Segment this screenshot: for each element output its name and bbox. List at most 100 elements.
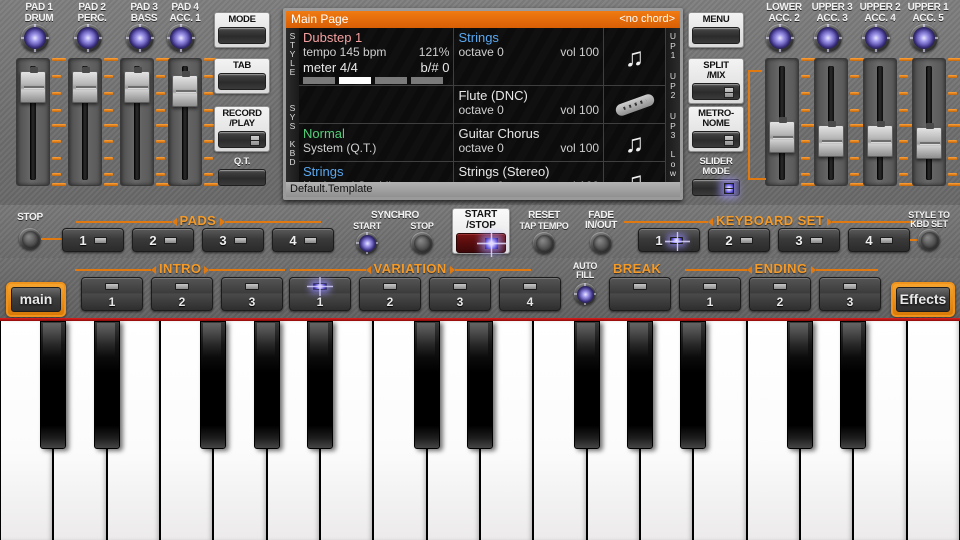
keyboard-set-button-2[interactable]: 2: [708, 228, 770, 252]
left-control-1[interactable]: TAB: [214, 58, 270, 94]
effects-button[interactable]: Effects: [891, 282, 955, 317]
piano-keyboard[interactable]: [0, 318, 960, 540]
left-control-0[interactable]: MODE: [214, 12, 270, 48]
right-slider-track-3[interactable]: [912, 58, 946, 186]
assign-button-knob-0[interactable]: [766, 24, 794, 52]
reset-tap-tempo-button[interactable]: [533, 232, 555, 254]
black-key[interactable]: [627, 321, 653, 449]
black-key[interactable]: [787, 321, 813, 449]
break-button[interactable]: [609, 277, 671, 311]
pads-button-2[interactable]: 2: [132, 228, 194, 252]
black-key[interactable]: [467, 321, 493, 449]
intro-button-2[interactable]: 2: [151, 277, 213, 311]
lcd-sound-cell-1[interactable]: Flute (DNC)octave 0vol 100: [454, 86, 604, 124]
black-key[interactable]: [840, 321, 866, 449]
lcd-sound-cell-0[interactable]: Stringsoctave 0vol 100: [454, 28, 604, 86]
black-key[interactable]: [414, 321, 440, 449]
left-slider-track-2[interactable]: [120, 58, 154, 186]
black-key[interactable]: [254, 321, 280, 449]
keyboard-set-group-label-rule: [708, 218, 713, 226]
stop-button[interactable]: [19, 228, 41, 250]
white-key[interactable]: [907, 321, 960, 540]
variation-button-4[interactable]: 4: [499, 277, 561, 311]
left-slider-track-1[interactable]: [68, 58, 102, 186]
left-slider-handle-3[interactable]: [172, 75, 198, 107]
intro-button-3[interactable]: 3: [221, 277, 283, 311]
start-stop-pad[interactable]: [456, 233, 506, 253]
lcd-sound-cell-2[interactable]: Guitar Chorusoctave 0vol 100: [454, 124, 604, 162]
ending-button-1[interactable]: 1: [679, 277, 741, 311]
right-control-pad-1[interactable]: [692, 83, 740, 100]
lcd-left-cell-1[interactable]: [299, 86, 454, 124]
right-control-label-2: METRO-NOME: [689, 109, 743, 129]
assign-button-knob-2[interactable]: [862, 24, 890, 52]
keyboard-set-button-4[interactable]: 4: [848, 228, 910, 252]
black-key[interactable]: [200, 321, 226, 449]
pad-button-knob-0[interactable]: [21, 24, 49, 52]
style-to-kbd-set-button[interactable]: [918, 229, 940, 251]
main-button[interactable]: main: [6, 282, 66, 317]
left-slider-handle-2[interactable]: [124, 71, 150, 103]
right-control-3[interactable]: SLIDERMODE: [688, 155, 744, 199]
right-control-label-3: SLIDERMODE: [688, 157, 744, 177]
right-slider-handle-1[interactable]: [818, 125, 844, 157]
left-control-pad-3[interactable]: [218, 169, 266, 186]
auto-fill-button[interactable]: [574, 283, 596, 305]
ending-button-3[interactable]: 3: [819, 277, 881, 311]
variation-button-2[interactable]: 2: [359, 277, 421, 311]
black-key[interactable]: [307, 321, 333, 449]
lcd-left-cell-2[interactable]: NormalSystem (Q.T.): [299, 124, 454, 162]
right-slider-handle-2[interactable]: [867, 125, 893, 157]
right-control-pad-2[interactable]: [692, 131, 740, 148]
intro-button-1[interactable]: 1: [81, 277, 143, 311]
left-control-pad-0[interactable]: [218, 27, 266, 44]
pads-button-1[interactable]: 1: [62, 228, 124, 252]
right-slider-track-1[interactable]: [814, 58, 848, 186]
pads-button-3[interactable]: 3: [202, 228, 264, 252]
right-control-pad-3[interactable]: [692, 179, 740, 196]
ending-button-2[interactable]: 2: [749, 277, 811, 311]
right-slider-handle-3[interactable]: [916, 127, 942, 159]
black-key[interactable]: [574, 321, 600, 449]
lcd-left-sub-2: System (Q.T.): [303, 141, 376, 156]
right-control-2[interactable]: METRO-NOME: [688, 106, 744, 152]
right-control-0[interactable]: MENU: [688, 12, 744, 48]
black-key[interactable]: [40, 321, 66, 449]
left-control-pad-1[interactable]: [218, 73, 266, 90]
right-slider-track-2[interactable]: [863, 58, 897, 186]
right-control-pad-0[interactable]: [692, 27, 740, 44]
black-key[interactable]: [680, 321, 706, 449]
pad-button-line2-0: DRUM: [9, 14, 69, 25]
pads-button-4[interactable]: 4: [272, 228, 334, 252]
start-stop-button[interactable]: START /STOP: [452, 208, 510, 254]
right-control-1[interactable]: SPLIT/MIX: [688, 58, 744, 104]
pad-button-knob-1[interactable]: [74, 24, 102, 52]
pad-button-knob-3[interactable]: [167, 24, 195, 52]
left-slider-track-0[interactable]: [16, 58, 50, 186]
left-control-3[interactable]: Q.T.: [214, 155, 270, 189]
right-slider-handle-0[interactable]: [769, 121, 795, 153]
variation-button-1[interactable]: 1: [289, 277, 351, 311]
lcd-left-cell-0[interactable]: Dubstep 1tempo 145 bpm121%meter 4/4b/# 0: [299, 28, 454, 86]
right-slider-track-0[interactable]: [765, 58, 799, 186]
keyboard-set-button-1[interactable]: 1: [638, 228, 700, 252]
synchro-start-button[interactable]: [356, 232, 378, 254]
lcd-left-title-0: Dubstep 1: [303, 30, 449, 45]
assign-button-knob-3[interactable]: [910, 24, 938, 52]
keyboard-set-button-3[interactable]: 3: [778, 228, 840, 252]
left-slider-handle-1[interactable]: [72, 71, 98, 103]
variation-button-3[interactable]: 3: [429, 277, 491, 311]
fade-in-out-button[interactable]: [590, 232, 612, 254]
note-icon: ♫: [625, 130, 645, 156]
left-slider-handle-0[interactable]: [20, 71, 46, 103]
assign-button-knob-1[interactable]: [814, 24, 842, 52]
pads-button-led-1: [94, 237, 107, 244]
synchro-stop-button[interactable]: [411, 232, 433, 254]
left-control-pad-2[interactable]: [218, 131, 266, 148]
lcd-display[interactable]: Main Page <no chord> STYLESYSKBD UP1UP2U…: [283, 8, 683, 200]
pad-button-knob-2[interactable]: [126, 24, 154, 52]
lcd-row-1: Flute (DNC)octave 0vol 100: [299, 86, 666, 124]
left-control-2[interactable]: RECORD/PLAY: [214, 106, 270, 152]
left-slider-track-3[interactable]: [168, 58, 202, 186]
black-key[interactable]: [94, 321, 120, 449]
